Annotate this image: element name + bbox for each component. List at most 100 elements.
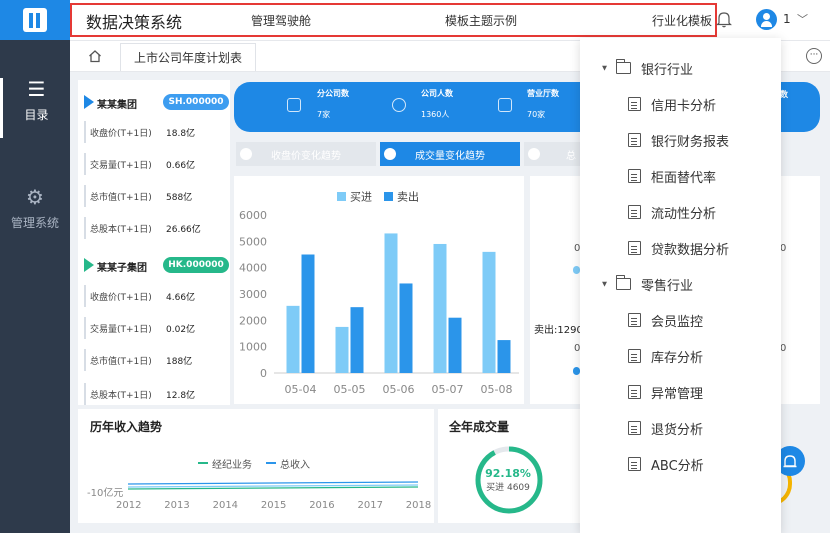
dropdown-item[interactable]: 流动性分析 xyxy=(628,202,716,222)
year-tick: 2017 xyxy=(357,500,383,511)
folder-icon xyxy=(616,59,631,74)
tab-dot xyxy=(384,148,396,160)
document-icon xyxy=(628,313,641,327)
tab-dot xyxy=(528,148,540,160)
dropdown-item[interactable]: 信用卡分析 xyxy=(628,94,716,114)
dropdown-category[interactable]: ▲ 银行行业 xyxy=(598,58,693,78)
progress-bar xyxy=(573,367,580,375)
stock-code-badge: HK.000000 xyxy=(163,257,229,273)
dropdown-item-label: 柜面替代率 xyxy=(651,170,717,186)
document-icon xyxy=(628,385,641,399)
bar-buy[interactable] xyxy=(433,243,447,373)
dropdown-item[interactable]: 库存分析 xyxy=(628,346,703,366)
dropdown-item[interactable]: 柜面替代率 xyxy=(628,166,716,186)
dropdown-item[interactable]: ABC分析 xyxy=(628,454,704,474)
legend-total: 总收入 xyxy=(280,460,310,471)
legend-brokerage: 经纪业务 xyxy=(212,460,252,471)
volume-title: 全年成交量 xyxy=(449,420,510,434)
info-row: 总市值(T+1日) 188亿 xyxy=(84,349,230,371)
x-tick-label: 05-08 xyxy=(481,383,513,396)
menu-template-examples[interactable]: 模板主题示例 xyxy=(445,12,517,29)
flag-icon xyxy=(84,258,94,272)
trend-ylabel: -10亿元 xyxy=(87,488,124,499)
caret-down-icon: ▲ xyxy=(602,64,607,72)
dropdown-item-label: 会员监控 xyxy=(651,314,704,330)
dropdown-item-label: 信用卡分析 xyxy=(651,98,717,114)
trend-lines xyxy=(128,481,418,490)
caret-down-icon: ▲ xyxy=(602,280,607,288)
stat-halls: 营业厅数 70家 xyxy=(527,89,559,119)
bar-sell[interactable] xyxy=(301,254,315,374)
y-tick-label: 0 xyxy=(260,367,267,380)
menu-industry-templates[interactable]: 行业化模板 xyxy=(652,12,712,29)
chevron-down-icon[interactable]: ﹀ xyxy=(797,11,808,27)
nav-item-label: 目录 xyxy=(24,108,49,122)
y-tick-label: 2000 xyxy=(239,314,267,327)
home-tab[interactable] xyxy=(80,44,110,68)
sell-label: 卖出:1290 xyxy=(534,325,583,336)
dropdown-item-label: 银行财务报表 xyxy=(651,134,730,150)
bar-buy[interactable] xyxy=(335,326,349,373)
nav-item-management[interactable]: ⚙ 管理系统 xyxy=(0,186,70,231)
bar-buy[interactable] xyxy=(482,251,496,373)
logo-icon xyxy=(23,8,47,32)
bar-sell[interactable] xyxy=(448,317,462,373)
nav-item-label: 管理系统 xyxy=(10,216,59,230)
menu-cockpit[interactable]: 管理驾驶舱 xyxy=(251,12,311,29)
legend-swatch xyxy=(198,462,208,464)
info-row: 收盘价(T+1日) 18.8亿 xyxy=(84,121,230,143)
dropdown-item[interactable]: 退货分析 xyxy=(628,418,703,438)
bell-icon[interactable] xyxy=(716,10,732,28)
y-tick-label: 3000 xyxy=(239,288,267,301)
document-icon xyxy=(628,169,641,183)
trend-title: 历年收入趋势 xyxy=(90,420,163,434)
document-icon xyxy=(628,133,641,147)
more-icon[interactable]: ··· xyxy=(806,48,822,64)
bar-sell[interactable] xyxy=(497,340,511,373)
tab-annual-plan[interactable]: 上市公司年度计划表 xyxy=(120,43,256,71)
tab-close-price-trend[interactable]: 收盘价变化趋势 xyxy=(236,142,376,166)
stat-partial: 数 xyxy=(780,90,788,99)
y-tick-label: 4000 xyxy=(239,262,267,275)
bar-buy[interactable] xyxy=(384,233,398,373)
stat-branches: 分公司数 7家 xyxy=(317,89,349,119)
info-row: 总股本(T+1日) 26.66亿 xyxy=(84,217,230,239)
bar-buy[interactable] xyxy=(286,305,300,373)
tab-volume-trend[interactable]: 成交量变化趋势 xyxy=(380,142,520,166)
dropdown-item[interactable]: 银行财务报表 xyxy=(628,130,729,150)
legend-swatch xyxy=(384,192,393,201)
dropdown-item[interactable]: 贷款数据分析 xyxy=(628,238,729,258)
bar-sell[interactable] xyxy=(399,283,413,373)
y-tick-label: 1000 xyxy=(239,341,267,354)
dropdown-item-label: 异常管理 xyxy=(651,386,704,402)
year-tick: 2015 xyxy=(260,500,287,511)
dropdown-item-label: 库存分析 xyxy=(651,350,704,366)
info-row: 交易量(T+1日) 0.02亿 xyxy=(84,317,230,339)
progress-bar xyxy=(573,266,580,274)
nav-item-catalog[interactable]: ☰ 目录 xyxy=(0,78,70,138)
bar-sell[interactable] xyxy=(350,307,364,373)
app-logo[interactable] xyxy=(0,0,70,40)
folder-icon xyxy=(616,275,631,290)
avatar[interactable] xyxy=(756,9,777,30)
info-row: 总股本(T+1日) 12.8亿 xyxy=(84,383,230,405)
legend-swatch xyxy=(266,462,276,464)
legend-label: 买进 xyxy=(350,191,372,204)
year-tick: 2018 xyxy=(405,500,432,511)
y-tick-label: 5000 xyxy=(239,235,267,248)
dropdown-item-label: 流动性分析 xyxy=(651,206,717,222)
dropdown-category[interactable]: ▲ 零售行业 xyxy=(598,274,693,294)
dropdown-item[interactable]: 会员监控 xyxy=(628,310,703,330)
stock-code-badge: SH.000000 xyxy=(163,94,229,110)
document-icon xyxy=(628,205,641,219)
x-tick-label: 05-04 xyxy=(285,383,317,396)
dropdown-item[interactable]: 异常管理 xyxy=(628,382,703,402)
document-icon xyxy=(628,241,641,255)
group-name: 某某子集团 xyxy=(97,263,147,274)
document-icon xyxy=(628,97,641,111)
volume-chart-panel: 买进 卖出 0 1000 2000 3000 4000 5000 6000 05-04 05-05 0… xyxy=(234,176,524,404)
building-icon xyxy=(287,98,301,112)
home-icon xyxy=(89,50,101,63)
y-tick-label: 6000 xyxy=(239,209,267,222)
user-name[interactable]: 1 xyxy=(783,12,791,26)
